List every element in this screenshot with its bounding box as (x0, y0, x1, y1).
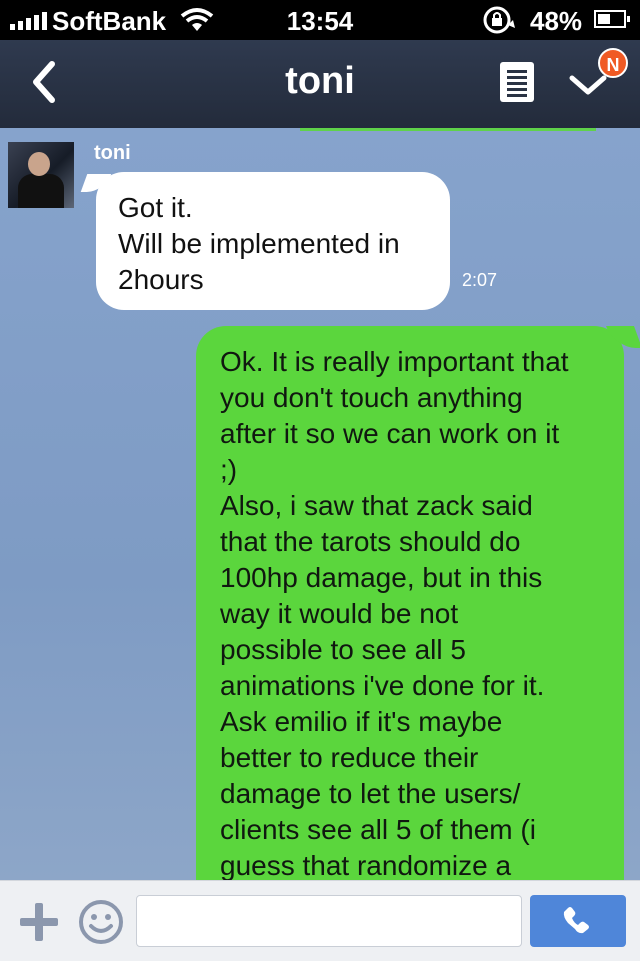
notes-icon[interactable] (500, 62, 534, 102)
avatar[interactable] (8, 142, 74, 208)
incoming-message-bubble[interactable]: Got it. Will be implemented in 2hours (96, 172, 450, 310)
outgoing-message-text: Ok. It is really important that you don'… (220, 346, 569, 880)
sender-name: toni (94, 142, 131, 164)
chevron-down-icon[interactable] (568, 70, 608, 100)
chat-header: toni N (0, 40, 640, 128)
battery-icon (594, 10, 630, 28)
plus-icon[interactable] (20, 903, 58, 941)
battery-percent: 48% (530, 6, 583, 36)
chat-title: toni (285, 60, 355, 102)
chat-area[interactable]: toni Got it. Will be implemented in 2hou… (0, 128, 640, 880)
call-button[interactable] (530, 895, 626, 947)
notification-badge[interactable]: N (598, 48, 628, 78)
divider (300, 128, 596, 131)
outgoing-message-bubble[interactable]: Ok. It is really important that you don'… (196, 326, 624, 880)
status-bar: SoftBank 13:54 48% (0, 0, 640, 40)
message-input[interactable] (136, 895, 522, 947)
phone-icon (563, 907, 589, 934)
message-timestamp: 2:07 (462, 270, 498, 290)
smiley-icon[interactable] (78, 899, 124, 945)
message-input-bar (0, 880, 640, 961)
rotation-lock-icon (483, 6, 515, 34)
incoming-message-text: Got it. Will be implemented in 2hours (118, 192, 400, 295)
